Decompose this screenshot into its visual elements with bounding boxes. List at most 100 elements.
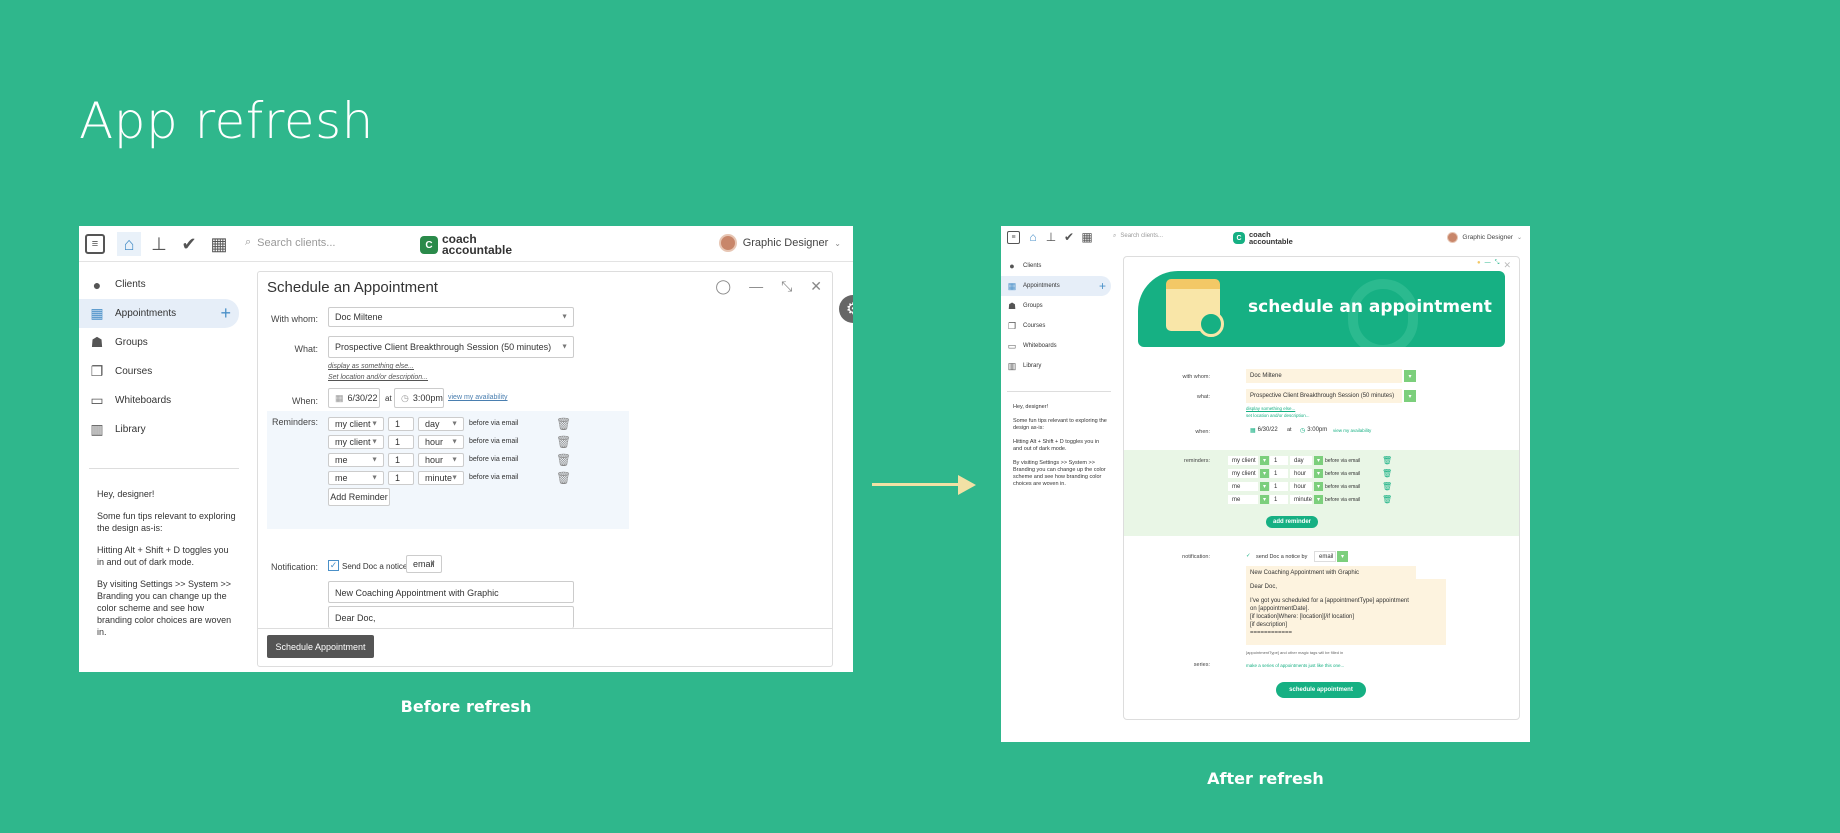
sidebar-item-clients[interactable]: ● Clients [79, 270, 239, 299]
reminder-unit-select[interactable]: hour ▼ [418, 453, 464, 467]
with-whom-select[interactable]: Doc Miltene [1246, 369, 1402, 383]
reminder-who-select[interactable]: my client [1228, 469, 1258, 478]
trash-icon[interactable]: 🗑 [1382, 469, 1392, 478]
time-field[interactable]: ◷ 3:00pm [394, 388, 444, 408]
caret-down-icon[interactable]: ▾ [1314, 482, 1323, 491]
trash-icon[interactable]: 🗑 [1382, 482, 1392, 491]
reminder-unit-select[interactable]: day [1290, 456, 1312, 465]
location-link[interactable]: set location and/or description... [1246, 413, 1310, 418]
add-icon[interactable]: + [1099, 279, 1106, 293]
date-field[interactable]: ▦ 6/30/22 [1246, 424, 1282, 436]
subject-input[interactable]: New Coaching Appointment with Graphic [328, 581, 574, 603]
search-input[interactable]: Search clients... [1120, 233, 1163, 240]
lightbulb-icon[interactable]: ◯ [715, 278, 731, 295]
reminder-amount-input[interactable]: 1 [388, 453, 414, 467]
chart-icon[interactable]: ✔ [177, 232, 201, 256]
reminder-amount-input[interactable]: 1 [1270, 495, 1288, 504]
home-icon[interactable]: ⌂ [1025, 229, 1041, 245]
display-link[interactable]: display something else... [1246, 406, 1295, 411]
trash-icon[interactable]: 🗑 [556, 471, 571, 485]
collapse-icon[interactable]: ⤡ [781, 278, 792, 295]
caret-down-icon[interactable]: ▾ [1260, 482, 1269, 491]
body-textarea[interactable]: Dear Doc, [328, 606, 574, 628]
sidebar-item-courses[interactable]: ❐ Courses [1001, 316, 1111, 336]
sidebar-item-appointments[interactable]: ▦ Appointments + [79, 299, 239, 328]
reminder-unit-select[interactable]: hour [1290, 469, 1312, 478]
lightbulb-icon[interactable]: ● [1477, 260, 1481, 271]
minimize-icon[interactable]: — [749, 278, 763, 295]
sidebar-item-appointments[interactable]: ▦ Appointments + [1001, 276, 1111, 296]
reminder-unit-select[interactable]: minute ▼ [418, 471, 464, 485]
trash-icon[interactable]: 🗑 [556, 417, 571, 431]
home-icon[interactable]: ⌂ [117, 232, 141, 256]
user-menu[interactable]: Graphic Designer ⌄ [1447, 232, 1522, 243]
sidebar-item-courses[interactable]: ❐ Courses [79, 357, 239, 386]
caret-down-icon[interactable]: ▾ [1337, 551, 1348, 562]
reminder-unit-select[interactable]: hour [1290, 482, 1312, 491]
menu-icon[interactable]: ≡ [1007, 231, 1020, 244]
date-field[interactable]: ▦ 6/30/22 [328, 388, 380, 408]
reminder-amount-input[interactable]: 1 [388, 417, 414, 431]
reminder-who-select[interactable]: me [1228, 495, 1258, 504]
chart-icon[interactable]: ✔ [1061, 229, 1077, 245]
search-input[interactable]: Search clients... [257, 237, 335, 249]
add-reminder-button[interactable]: add reminder [1266, 516, 1318, 528]
trash-icon[interactable]: 🗑 [556, 453, 571, 467]
what-select[interactable]: Prospective Client Breakthrough Session … [1246, 389, 1402, 403]
sidebar-item-whiteboards[interactable]: ▭ Whiteboards [1001, 336, 1111, 356]
caret-down-icon[interactable]: ▾ [1314, 469, 1323, 478]
reminder-amount-input[interactable]: 1 [1270, 482, 1288, 491]
collapse-icon[interactable]: ⤡ [1495, 260, 1500, 271]
sidebar-item-clients[interactable]: ● Clients [1001, 256, 1111, 276]
availability-link[interactable]: view my availability [448, 394, 508, 401]
subject-input[interactable]: New Coaching Appointment with Graphic [1246, 566, 1416, 579]
series-link[interactable]: make a series of appointments just like … [1246, 663, 1344, 668]
add-reminder-button[interactable]: Add Reminder [328, 488, 390, 506]
reminder-unit-select[interactable]: minute [1290, 495, 1312, 504]
caret-down-icon[interactable]: ▾ [1260, 456, 1269, 465]
notice-channel-select[interactable]: email [1314, 551, 1336, 562]
display-link[interactable]: display as something else... [328, 363, 414, 370]
caret-down-icon[interactable]: ▾ [1260, 495, 1269, 504]
reminder-who-select[interactable]: me ▼ [328, 471, 384, 485]
reminder-amount-input[interactable]: 1 [1270, 456, 1288, 465]
caret-down-icon[interactable]: ▾ [1404, 390, 1416, 402]
availability-link[interactable]: view my availability [1333, 428, 1371, 433]
minimize-icon[interactable]: — [1485, 260, 1491, 271]
with-whom-select[interactable]: Doc Miltene ▼ [328, 307, 574, 327]
search-box[interactable]: ⌕ Search clients... [1113, 233, 1163, 240]
sidebar-item-library[interactable]: ▥ Library [1001, 356, 1111, 376]
whiteboard-icon[interactable]: ▦ [1079, 229, 1095, 245]
sidebar-item-groups[interactable]: ☗ Groups [79, 328, 239, 357]
what-select[interactable]: Prospective Client Breakthrough Session … [328, 336, 574, 358]
schedule-appointment-button[interactable]: Schedule Appointment [267, 635, 374, 658]
location-link[interactable]: Set location and/or description... [328, 374, 428, 381]
notice-channel-select[interactable]: email ▼ [406, 555, 442, 573]
reminder-who-select[interactable]: my client ▼ [328, 417, 384, 431]
body-textarea[interactable]: Dear Doc, I've got you scheduled for a [… [1246, 579, 1446, 645]
reminder-who-select[interactable]: my client [1228, 456, 1258, 465]
trash-icon[interactable]: 🗑 [556, 435, 571, 449]
time-field[interactable]: ◷ 3:00pm [1296, 424, 1330, 436]
caret-down-icon[interactable]: ▾ [1404, 370, 1416, 382]
close-icon[interactable]: ✕ [810, 278, 822, 295]
reminder-who-select[interactable]: me ▼ [328, 453, 384, 467]
caret-down-icon[interactable]: ▾ [1314, 495, 1323, 504]
whiteboard-icon[interactable]: ▦ [207, 232, 231, 256]
reminder-amount-input[interactable]: 1 [388, 471, 414, 485]
caret-down-icon[interactable]: ▾ [1314, 456, 1323, 465]
org-chart-icon[interactable]: ⊥ [1043, 229, 1059, 245]
org-chart-icon[interactable]: ⊥ [147, 232, 171, 256]
close-icon[interactable]: ✕ [1503, 260, 1511, 271]
user-menu[interactable]: Graphic Designer ⌄ [718, 234, 841, 252]
notice-checkbox[interactable]: ✓ [328, 560, 339, 571]
reminder-who-select[interactable]: my client ▼ [328, 435, 384, 449]
menu-icon[interactable]: ≡ [85, 234, 105, 254]
trash-icon[interactable]: 🗑 [1382, 495, 1392, 504]
reminder-unit-select[interactable]: hour ▼ [418, 435, 464, 449]
sidebar-item-whiteboards[interactable]: ▭ Whiteboards [79, 386, 239, 415]
reminder-amount-input[interactable]: 1 [388, 435, 414, 449]
check-icon[interactable]: ✓ [1246, 553, 1251, 559]
caret-down-icon[interactable]: ▾ [1260, 469, 1269, 478]
add-icon[interactable]: + [220, 303, 231, 324]
